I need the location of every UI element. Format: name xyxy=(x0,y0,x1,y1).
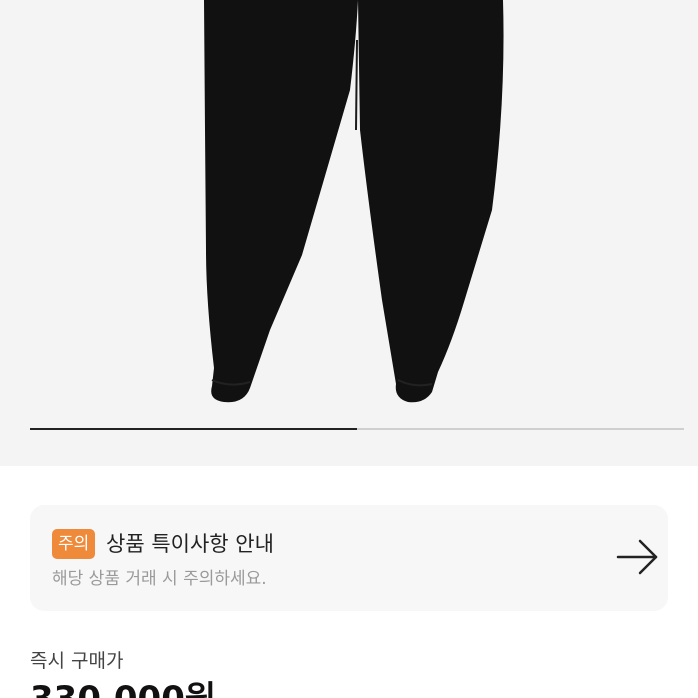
arrow-right-icon[interactable] xyxy=(612,535,662,579)
product-image-carousel[interactable] xyxy=(0,0,698,466)
sweatpants-image xyxy=(204,0,504,403)
notice-card[interactable]: 주의 상품 특이사항 안내 해당 상품 거래 시 주의하세요. xyxy=(30,505,668,611)
product-page: 주의 상품 특이사항 안내 해당 상품 거래 시 주의하세요. 즉시 구매가 3… xyxy=(0,0,698,698)
notice-title: 상품 특이사항 안내 xyxy=(106,532,274,556)
warning-badge: 주의 xyxy=(52,529,96,559)
notice-description: 해당 상품 거래 시 주의하세요. xyxy=(52,569,267,589)
carousel-progress-fill xyxy=(30,428,357,430)
price-label: 즉시 구매가 xyxy=(30,650,124,672)
price-value: 330,000원 xyxy=(30,678,216,698)
carousel-progress-bar xyxy=(30,428,684,430)
